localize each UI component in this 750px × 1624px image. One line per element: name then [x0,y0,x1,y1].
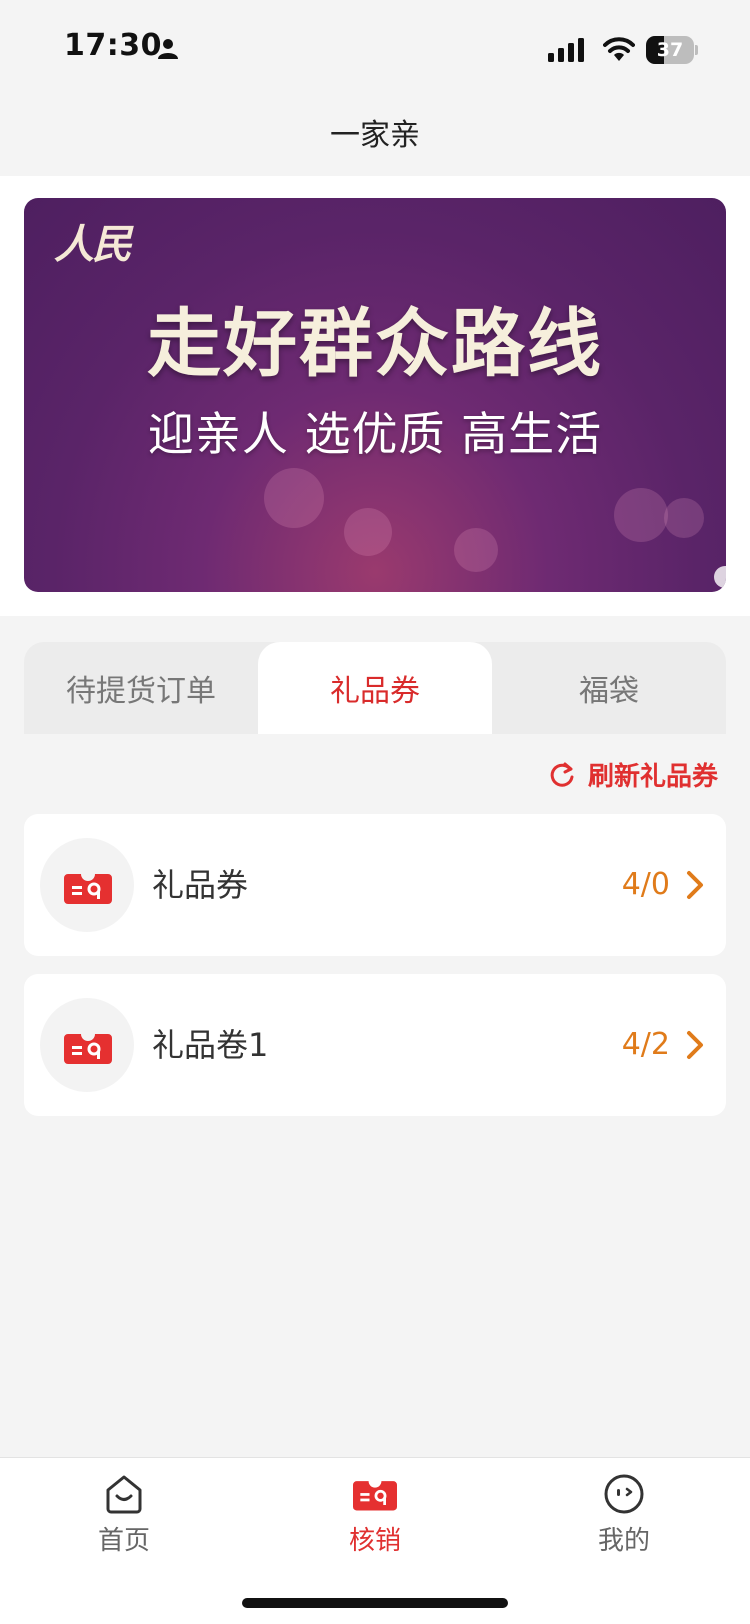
voucher-label: 礼品券 [152,866,249,904]
banner-headline: 走好群众路线 [147,301,603,387]
status-bar: 17:30 37 [0,0,750,90]
tab-lucky-bag[interactable]: 福袋 [492,642,726,734]
chevron-right-icon [687,1031,703,1059]
tab-gift-vouchers[interactable]: 礼品券 [258,642,492,734]
home-indicator [242,1598,508,1608]
battery-level: 37 [656,39,684,61]
profile-face-icon [604,1474,644,1514]
refresh-vouchers-button[interactable]: 刷新礼品券 [548,756,718,793]
voucher-count: 4/2 [621,1027,670,1062]
nav-home[interactable]: 首页 [64,1472,184,1557]
voucher-item[interactable]: 礼品卷1 4/2 [24,974,726,1116]
voucher-icon-circle [40,998,134,1092]
tab-pending-orders[interactable]: 待提货订单 [24,642,258,734]
chevron-right-icon [687,871,703,899]
battery-icon: 37 [646,36,698,64]
tab-bar: 待提货订单 礼品券 福袋 [24,642,726,734]
refresh-icon [550,762,574,787]
refresh-label: 刷新礼品券 [587,762,718,792]
banner-area: 人民 走好群众路线 迎亲人 选优质 高生活 [0,176,750,616]
wifi-icon [603,37,635,61]
status-time: 17:30 [64,28,162,63]
ticket-icon [353,1481,397,1511]
nav-home-label: 首页 [97,1526,150,1556]
nav-verify-label: 核销 [348,1526,401,1556]
banner-page-dot [714,566,726,588]
voucher-item[interactable]: 礼品券 4/0 [24,814,726,956]
voucher-label: 礼品卷1 [152,1026,269,1064]
nav-profile[interactable]: 我的 [564,1472,684,1557]
promo-banner[interactable]: 人民 走好群众路线 迎亲人 选优质 高生活 [24,198,726,592]
banner-subline: 迎亲人 选优质 高生活 [147,407,603,461]
ticket-icon [64,874,112,904]
nav-verify[interactable]: 核销 [315,1472,435,1557]
voucher-count: 4/0 [621,867,670,902]
page-title: 一家亲 [330,118,420,153]
signal-icon [548,38,584,62]
voucher-icon-circle [40,838,134,932]
ticket-icon [64,1034,112,1064]
home-icon [106,1475,142,1514]
banner-brand-logo: 人民 [54,221,132,268]
nav-profile-label: 我的 [597,1526,650,1556]
person-icon [158,39,178,59]
